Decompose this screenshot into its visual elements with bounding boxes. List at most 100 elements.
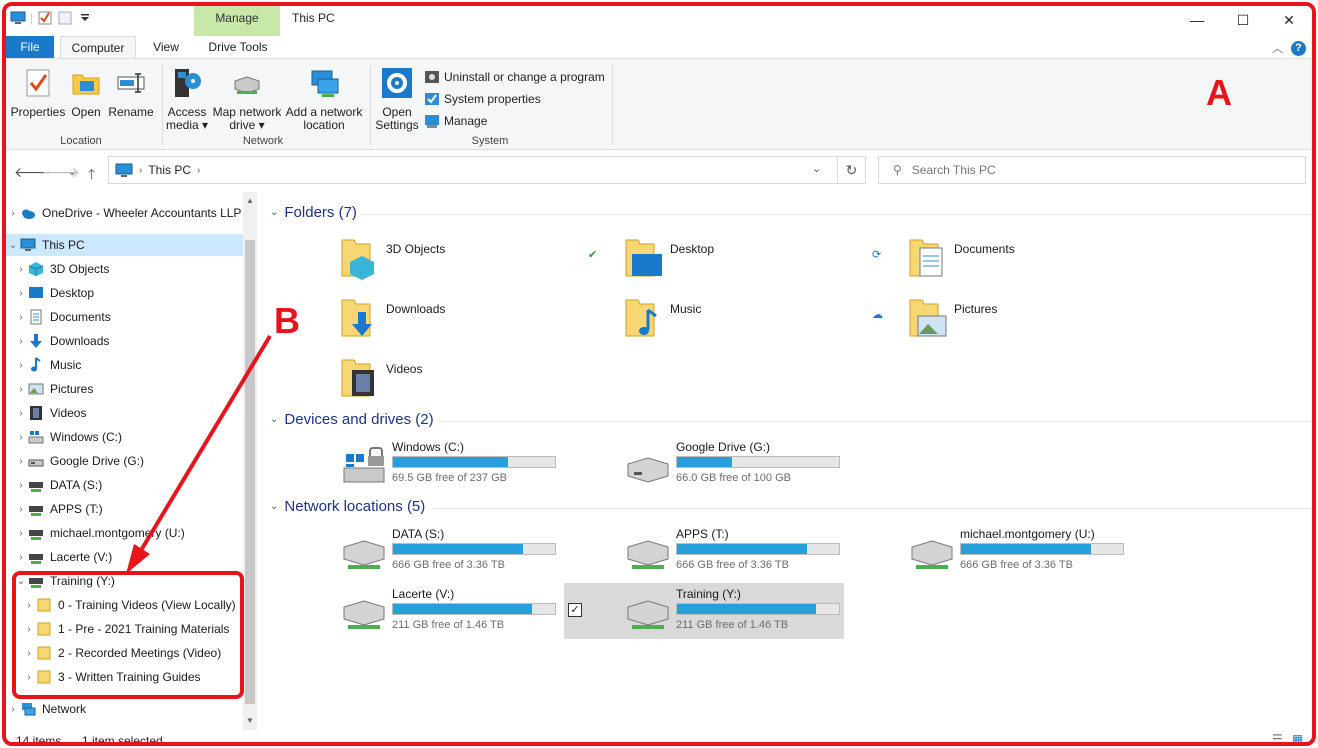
help-icon[interactable]: ? — [1291, 40, 1306, 56]
open-settings-button[interactable]: Open Settings — [374, 67, 420, 132]
maximize-button[interactable]: ☐ — [1220, 6, 1266, 34]
folder-item-documents[interactable]: Documents — [908, 236, 1148, 286]
nav-item-desktop[interactable]: › Desktop — [6, 282, 244, 304]
folder-item-pictures[interactable]: Pictures — [908, 296, 1148, 346]
network-drive-item-apps-t[interactable]: APPS (T:) 666 GB free of 3.36 TB — [620, 523, 890, 575]
rename-button[interactable]: Rename — [106, 67, 156, 119]
scroll-up-arrow-icon[interactable]: ▲ — [246, 196, 254, 205]
expand-chevron-icon[interactable]: › — [14, 432, 28, 443]
nav-item-documents[interactable]: › Documents — [6, 306, 244, 328]
folder-item-downloads[interactable]: Downloads — [340, 296, 580, 346]
nav-item-training-folder[interactable]: › 0 - Training Videos (View Locally) — [6, 594, 244, 616]
desktop-icon — [29, 287, 43, 298]
nav-item-training-y[interactable]: ⌄ Training (Y:) — [6, 570, 244, 592]
selection-checkbox[interactable]: ✓ — [568, 603, 582, 617]
nav-item-videos[interactable]: › Videos — [6, 402, 244, 424]
folder-item-desktop[interactable]: Desktop — [624, 236, 864, 286]
nav-item-training-folder[interactable]: › 3 - Written Training Guides — [6, 666, 244, 688]
expand-chevron-icon[interactable]: › — [22, 624, 36, 635]
network-drive-item-michael-u[interactable]: michael.montgomery (U:) 666 GB free of 3… — [904, 523, 1174, 575]
collapse-ribbon-icon[interactable]: ︿ — [1272, 40, 1283, 56]
collapse-chevron-icon[interactable]: ⌄ — [14, 576, 28, 587]
add-network-location-button[interactable]: Add a network location — [284, 67, 364, 132]
system-properties-button[interactable]: System properties — [424, 91, 541, 107]
breadcrumb-this-pc[interactable]: This PC — [148, 163, 191, 177]
devices-section-header[interactable]: ⌄ Devices and drives (2) — [270, 411, 434, 428]
expand-chevron-icon[interactable]: › — [22, 600, 36, 611]
scroll-down-arrow-icon[interactable]: ▼ — [246, 716, 254, 725]
nav-item-google-drive[interactable]: › Google Drive (G:) — [6, 450, 244, 472]
network-locations-section-header[interactable]: ⌄ Network locations (5) — [270, 498, 425, 515]
properties-check-icon[interactable] — [37, 10, 53, 26]
address-dropdown-icon[interactable]: ⌄ — [812, 162, 821, 175]
nav-item-training-folder[interactable]: › 2 - Recorded Meetings (Video) — [6, 642, 244, 664]
expand-chevron-icon[interactable]: › — [6, 704, 20, 715]
nav-item-training-folder[interactable]: › 1 - Pre - 2021 Training Materials — [6, 618, 244, 640]
breadcrumb-chevron-icon[interactable]: › — [197, 165, 200, 176]
folder-item-videos[interactable]: Videos — [340, 356, 580, 406]
minimize-button[interactable]: — — [1174, 6, 1220, 34]
nav-item-lacerte-v[interactable]: › Lacerte (V:) — [6, 546, 244, 568]
map-network-drive-button[interactable]: Map network drive ▾ — [210, 67, 284, 132]
tab-file[interactable]: File — [6, 36, 54, 59]
tab-view[interactable]: View — [142, 36, 190, 59]
nav-item-3d-objects[interactable]: › 3D Objects — [6, 258, 244, 280]
large-icons-view-icon[interactable]: ▦ — [1292, 732, 1303, 742]
drive-item-windows-c[interactable]: Windows (C:) 69.5 GB free of 237 GB — [336, 436, 606, 488]
nav-item-downloads[interactable]: › Downloads — [6, 330, 244, 352]
folder-item-music[interactable]: Music — [624, 296, 864, 346]
expand-chevron-icon[interactable]: › — [14, 504, 28, 515]
address-bar[interactable]: › This PC › — [108, 156, 838, 184]
uninstall-program-button[interactable]: Uninstall or change a program — [424, 69, 605, 85]
access-media-button[interactable]: Access media ▾ — [164, 67, 210, 132]
details-view-icon[interactable]: ☰ — [1272, 732, 1283, 742]
nav-item-michael-u[interactable]: › michael.montgomery (U:) — [6, 522, 244, 544]
breadcrumb-chevron-icon[interactable]: › — [139, 165, 142, 176]
open-button[interactable]: Open — [66, 67, 106, 119]
collapse-chevron-icon[interactable]: ⌄ — [270, 207, 278, 218]
expand-chevron-icon[interactable]: › — [14, 312, 28, 323]
expand-chevron-icon[interactable]: › — [14, 288, 28, 299]
network-drive-item-training-y[interactable]: ✓ Training (Y:) 211 GB free of 1.46 TB — [564, 583, 844, 639]
folder-item-3d-objects[interactable]: 3D Objects — [340, 236, 580, 286]
nav-item-onedrive[interactable]: › OneDrive - Wheeler Accountants LLP — [6, 202, 244, 224]
network-drive-item-data-s[interactable]: DATA (S:) 666 GB free of 3.36 TB — [336, 523, 606, 575]
expand-chevron-icon[interactable]: › — [14, 408, 28, 419]
expand-chevron-icon[interactable]: › — [14, 384, 28, 395]
expand-chevron-icon[interactable]: › — [22, 648, 36, 659]
manage-button[interactable]: Manage — [424, 113, 487, 129]
nav-item-windows-c[interactable]: › Windows (C:) — [6, 426, 244, 448]
nav-item-data-s[interactable]: › DATA (S:) — [6, 474, 244, 496]
collapse-chevron-icon[interactable]: ⌄ — [6, 240, 20, 251]
expand-chevron-icon[interactable]: › — [6, 208, 20, 219]
new-folder-icon[interactable] — [57, 10, 73, 26]
expand-chevron-icon[interactable]: › — [14, 336, 28, 347]
collapse-chevron-icon[interactable]: ⌄ — [270, 501, 278, 512]
nav-item-pictures[interactable]: › Pictures — [6, 378, 244, 400]
collapse-chevron-icon[interactable]: ⌄ — [270, 414, 278, 425]
up-arrow-icon[interactable]: 🡑 — [88, 164, 95, 188]
nav-scrollbar-thumb[interactable] — [245, 240, 255, 704]
recent-locations-chevron-icon[interactable]: ⌄ — [68, 167, 76, 178]
expand-chevron-icon[interactable]: › — [14, 264, 28, 275]
expand-chevron-icon[interactable]: › — [14, 528, 28, 539]
manage-contextual-tab[interactable]: Manage — [194, 6, 280, 36]
nav-item-network[interactable]: › Network — [6, 698, 244, 720]
expand-chevron-icon[interactable]: › — [22, 672, 36, 683]
refresh-icon[interactable]: ↻ — [838, 156, 866, 184]
nav-item-apps-t[interactable]: › APPS (T:) — [6, 498, 244, 520]
drive-item-google-drive[interactable]: Google Drive (G:) 66.0 GB free of 100 GB — [620, 436, 890, 488]
expand-chevron-icon[interactable]: › — [14, 360, 28, 371]
properties-button[interactable]: Properties — [10, 67, 66, 119]
close-button[interactable]: ✕ — [1266, 6, 1312, 34]
expand-chevron-icon[interactable]: › — [14, 552, 28, 563]
tab-drive-tools[interactable]: Drive Tools — [196, 36, 280, 59]
folders-section-header[interactable]: ⌄ Folders (7) — [270, 204, 357, 221]
nav-item-music[interactable]: › Music — [6, 354, 244, 376]
search-box[interactable]: ⚲ Search This PC — [878, 156, 1306, 184]
customize-toolbar-icon[interactable] — [77, 10, 93, 26]
tab-computer[interactable]: Computer — [60, 36, 136, 59]
expand-chevron-icon[interactable]: › — [14, 480, 28, 491]
nav-item-this-pc[interactable]: ⌄ This PC — [6, 234, 244, 256]
expand-chevron-icon[interactable]: › — [14, 456, 28, 467]
